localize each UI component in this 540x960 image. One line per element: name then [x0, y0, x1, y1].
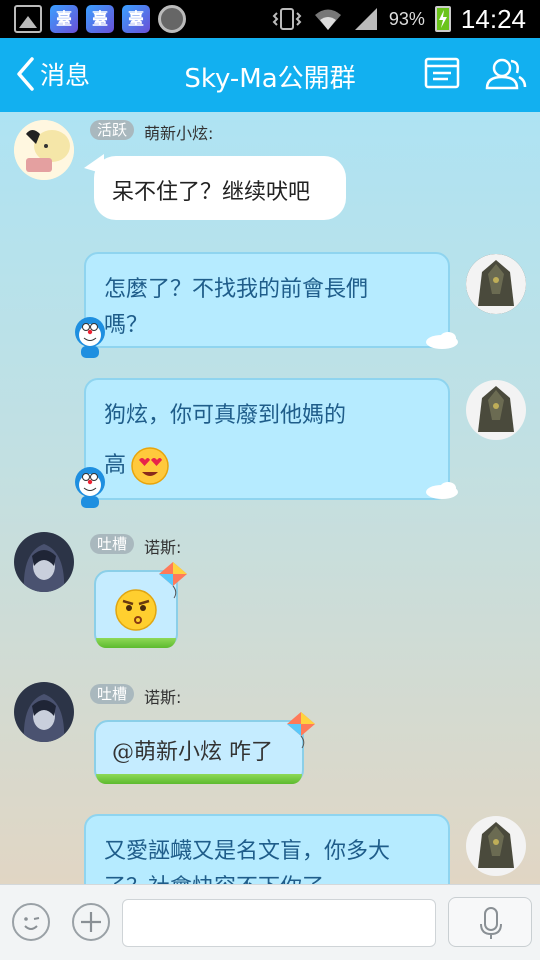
smiley-icon [24, 917, 40, 930]
message-bubble[interactable]: 狗炫，你可真廢到他媽的 高 [84, 378, 450, 500]
avatar[interactable] [466, 380, 526, 440]
signal-icon [354, 8, 377, 30]
message-text: 又愛誣衊又是名文盲，你多大 [104, 839, 391, 864]
message-text: 呆不住了？继续吠吧 [112, 180, 311, 205]
notification-icons: 臺 臺 臺 [14, 5, 186, 33]
message-text: 了？社會快容不下你了 [104, 870, 430, 884]
clock: 14:24 [460, 3, 526, 34]
member-tag: 活跃 [90, 120, 135, 140]
avatar[interactable] [14, 682, 74, 742]
plus-icon [81, 912, 101, 932]
group-members-icon[interactable] [484, 56, 528, 92]
status-bar: 臺 臺 臺 93% 14:24 [0, 0, 540, 38]
system-icons: 93% 14:24 [271, 2, 526, 36]
emoji-button[interactable] [12, 903, 50, 941]
app-notification-icon: 臺 [50, 5, 78, 33]
microphone-icon [480, 907, 502, 939]
app-notification-icon: 臺 [122, 5, 150, 33]
avatar[interactable] [14, 120, 74, 180]
message-bubble[interactable]: @萌新小炫 咋了 [94, 720, 304, 784]
wifi-icon [314, 9, 341, 30]
input-bar [0, 884, 540, 960]
group-info-icon[interactable] [424, 56, 460, 90]
doraemon-sticker-icon [75, 467, 105, 508]
kite-decoration-icon [287, 712, 315, 749]
message-text: @萌新小炫 咋了 [112, 740, 273, 765]
message-text: 怎麼了？不找我的前會長們 [104, 277, 369, 302]
app-notification-icon: 臺 [86, 5, 114, 33]
grass-decoration [96, 638, 176, 648]
avatar[interactable] [14, 532, 74, 592]
chat-header: 消息 Sky-Ma公開群 [0, 38, 540, 112]
doraemon-sticker-icon [75, 317, 105, 358]
kite-decoration-icon [159, 562, 187, 599]
member-tag: 吐槽 [90, 534, 135, 554]
cloud-decoration [426, 482, 458, 499]
cloud-decoration [426, 332, 458, 349]
sender-name[interactable]: 诺斯: [144, 684, 181, 708]
message-bubble[interactable]: 怎麼了？不找我的前會長們 嗎？ [84, 252, 450, 348]
avatar[interactable] [466, 816, 526, 876]
avatar[interactable] [466, 254, 526, 314]
add-button[interactable] [72, 903, 110, 941]
voice-button[interactable] [448, 897, 532, 947]
battery-percent: 93% [388, 8, 425, 29]
battery-charging-icon [434, 6, 451, 32]
message-text: 嗎？ [104, 313, 149, 338]
image-notification-icon [14, 5, 42, 33]
grass-decoration [96, 774, 302, 784]
record-notification-icon [158, 5, 186, 33]
heart-eyes-emoji-icon [131, 447, 169, 485]
message-bubble[interactable]: 呆不住了？继续吠吧 [94, 156, 346, 220]
member-tag: 吐槽 [90, 684, 135, 704]
suspicious-emoji-icon [115, 589, 157, 631]
message-bubble[interactable]: 又愛誣衊又是名文盲，你多大 了？社會快容不下你了 [84, 814, 450, 884]
sender-name[interactable]: 诺斯: [144, 534, 181, 558]
vibrate-icon [272, 8, 302, 30]
message-list[interactable]: 活跃 萌新小炫: 呆不住了？继续吠吧 怎麼了？不找我的前會長們 嗎？ 狗炫，你可… [0, 112, 540, 884]
message-input[interactable] [122, 899, 436, 947]
message-text: 狗炫，你可真廢到他媽的 [104, 403, 347, 428]
sender-name[interactable]: 萌新小炫: [144, 120, 213, 144]
